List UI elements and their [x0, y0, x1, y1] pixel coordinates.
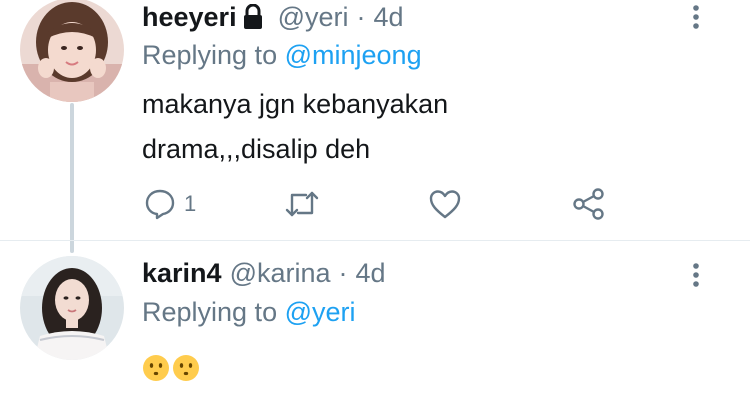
tweet-header: karin4 @karina · 4d: [142, 256, 386, 290]
like-button[interactable]: [428, 186, 462, 222]
handle[interactable]: @yeri: [278, 0, 349, 34]
divider: [0, 240, 750, 241]
tweet-header: heeyeri @yeri · 4d: [142, 0, 404, 34]
avatar[interactable]: [20, 256, 124, 360]
replying-to-line: Replying to @minjeong: [142, 38, 422, 72]
reply-button[interactable]: 1: [144, 186, 196, 222]
replying-to-label: Replying to: [142, 297, 278, 327]
replying-to-line: Replying to @yeri: [142, 295, 356, 329]
retweet-icon: [285, 191, 319, 217]
hushed-face-emoji: [143, 355, 169, 381]
tweet-emoji-content: [142, 354, 200, 382]
tweet-text: makanya jgn kebanyakan drama,,,disalip d…: [142, 89, 449, 164]
more-options-icon[interactable]: [686, 4, 706, 30]
display-name[interactable]: karin4: [142, 256, 222, 290]
share-icon: [573, 188, 604, 220]
share-button[interactable]: [572, 186, 606, 222]
timestamp[interactable]: 4d: [356, 256, 386, 290]
comment-bubble-icon: [145, 189, 175, 220]
avatar[interactable]: [20, 0, 124, 102]
more-options-icon[interactable]: [686, 262, 706, 288]
tweet-actions: 1: [130, 186, 650, 222]
separator-dot: ·: [356, 2, 366, 32]
replying-to-mention[interactable]: @minjeong: [285, 40, 422, 70]
reply-count: 1: [184, 191, 197, 216]
hushed-face-emoji: [173, 355, 199, 381]
retweet-button[interactable]: [284, 186, 320, 222]
tweet-reply-karin4[interactable]: karin4 @karina · 4d Replying to @yeri: [0, 240, 750, 413]
replying-to-mention[interactable]: @yeri: [285, 297, 356, 327]
separator-dot: ·: [338, 258, 348, 288]
lock-icon: [242, 3, 264, 30]
display-name[interactable]: heeyeri: [142, 0, 237, 34]
tweet-reply-heeyeri[interactable]: heeyeri @yeri · 4d Replying to @minjeong…: [0, 0, 750, 235]
replying-to-label: Replying to: [142, 40, 278, 70]
timestamp[interactable]: 4d: [374, 0, 404, 34]
heart-icon: [429, 190, 461, 219]
handle[interactable]: @karina: [230, 256, 331, 290]
